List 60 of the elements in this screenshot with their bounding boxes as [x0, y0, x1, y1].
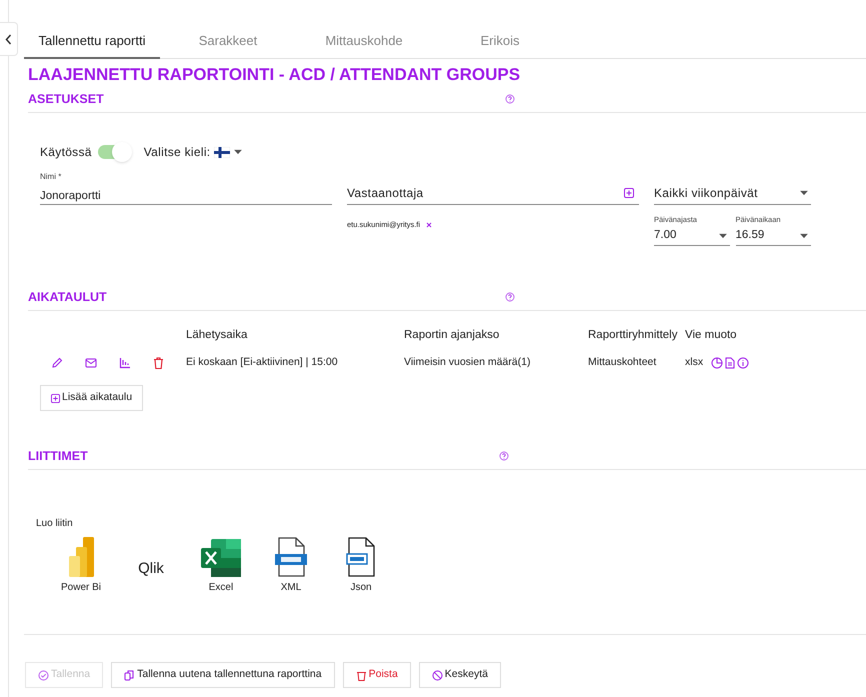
table-cell-text: Ei koskaan [Ei-aktiivinen] | 15:00 — [186, 355, 338, 370]
caret-icon — [799, 190, 809, 196]
pencil-icon — [51, 357, 63, 369]
section-heading: LIITTIMET — [28, 448, 89, 465]
add-schedule-button[interactable]: Lisää aikataulu — [40, 385, 144, 411]
table-cell-text: xlsx — [685, 355, 704, 370]
trash-icon — [356, 670, 367, 680]
name-field[interactable]: Nimi * Jonoraportti — [40, 169, 332, 205]
spreadsheet-icon — [201, 539, 241, 577]
caret-icon — [799, 232, 809, 239]
toggle-label: Käytössä — [40, 144, 92, 161]
xml-file-icon — [275, 537, 307, 577]
pie-chart-icon — [711, 357, 724, 369]
section-heading: ASETUKSET — [28, 90, 105, 108]
connector-button[interactable]: Power Bi — [46, 539, 116, 595]
column-header: Raportin ajanjakso — [404, 329, 500, 341]
cancel-icon — [432, 670, 443, 680]
connector-button[interactable]: XML — [256, 539, 326, 595]
copy-icon — [124, 670, 136, 680]
connector-button[interactable]: Excel — [186, 539, 256, 595]
delete-button[interactable]: Poista — [342, 662, 411, 688]
caret-icon — [718, 232, 728, 239]
help-icon — [499, 451, 509, 461]
section-label: Luo liitin — [36, 517, 73, 531]
language-label: Valitse kieli: — [144, 144, 210, 161]
help-icon — [505, 292, 515, 302]
tab[interactable]: Sarakkeet — [160, 25, 296, 59]
table-cell-text: Viimeisin vuosien määrä(1) — [404, 355, 530, 370]
saveas-button[interactable]: Tallenna uutena tallennettuna raporttina — [111, 662, 335, 688]
add-icon — [624, 188, 634, 198]
json-file-icon — [346, 537, 376, 577]
tab[interactable]: Erikois — [432, 25, 568, 59]
table-cell-text: Mittauskohteet — [588, 355, 656, 370]
add-icon — [51, 394, 60, 402]
caret-icon — [233, 149, 244, 155]
remove-icon — [426, 222, 432, 228]
help-icon — [505, 94, 515, 104]
tab[interactable]: Mittauskohde — [296, 25, 432, 59]
check-circle-icon — [38, 670, 49, 680]
bar-chart-icon — [119, 357, 131, 369]
column-header: Vie muoto — [685, 329, 737, 341]
column-header: Lähetysaika — [186, 329, 248, 341]
page-title: LAAJENNETTU RAPORTOINTI - ACD / ATTENDANT GROUPS — [28, 64, 522, 86]
tab[interactable]: Tallennettu raportti — [24, 25, 160, 59]
column-header: Raporttiryhmittely — [588, 329, 678, 341]
language-dropdown[interactable] — [214, 146, 244, 158]
flag-icon — [214, 146, 230, 158]
power-bi-icon — [67, 537, 95, 577]
section-heading: AIKATAULUT — [28, 288, 108, 306]
cancel-button[interactable]: Keskeytä — [418, 662, 501, 688]
recipient-field[interactable]: Vastaanottaja — [347, 169, 639, 205]
chevron-left-icon — [5, 34, 12, 44]
weekday-dropdown[interactable]: Kaikki viikonpäivät — [654, 169, 811, 205]
trash-icon — [153, 357, 164, 369]
connector-button[interactable]: Json — [326, 539, 396, 595]
connector-button[interactable]: Qlik — [116, 539, 186, 595]
collapse-tab[interactable] — [0, 22, 18, 56]
info-icon — [737, 357, 750, 369]
mail-icon — [85, 358, 97, 368]
document-icon — [725, 357, 736, 369]
